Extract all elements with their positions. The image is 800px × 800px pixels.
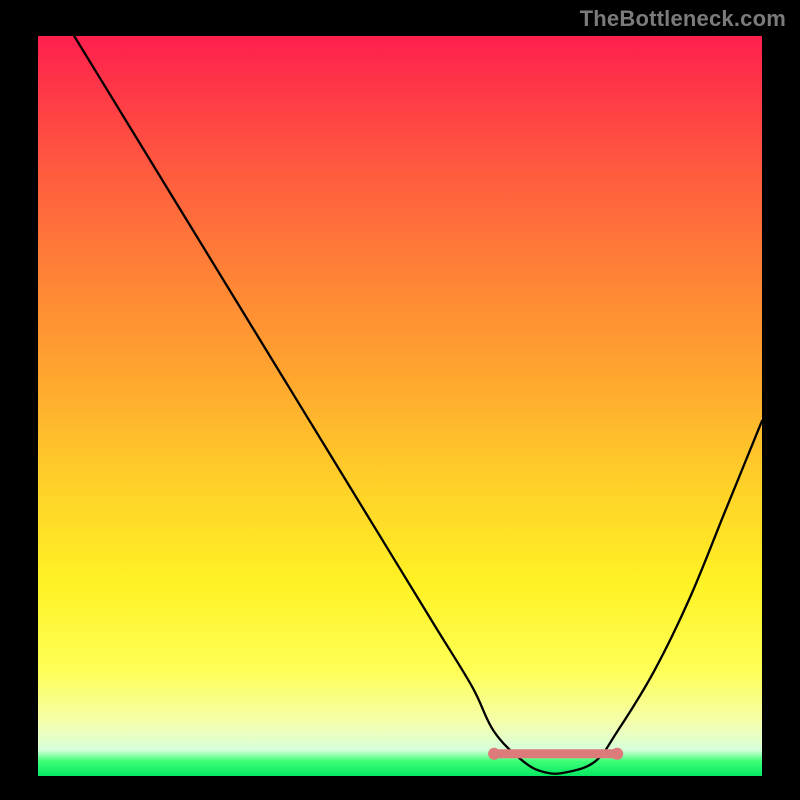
legend-dot-left: [488, 748, 500, 760]
chart-frame: TheBottleneck.com: [0, 0, 800, 800]
legend-dot-right: [611, 748, 623, 760]
curve-svg: [38, 36, 762, 776]
bottleneck-curve: [74, 36, 762, 774]
optimal-range-marker: [488, 748, 623, 760]
watermark-text: TheBottleneck.com: [580, 6, 786, 32]
plot-area: [38, 36, 762, 776]
